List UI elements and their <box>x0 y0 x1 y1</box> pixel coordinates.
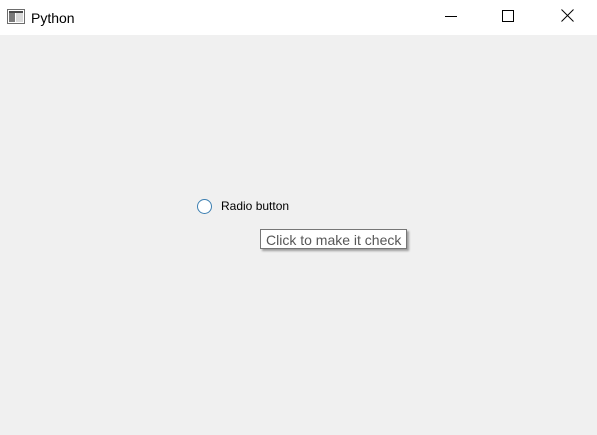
maximize-icon <box>502 9 514 27</box>
window-app-icon[interactable] <box>7 9 25 24</box>
title-bar[interactable]: Python <box>0 0 597 35</box>
close-icon <box>560 8 574 27</box>
close-button[interactable] <box>544 0 590 35</box>
minimize-icon <box>445 9 457 27</box>
maximize-button[interactable] <box>485 0 531 35</box>
radio-circle-icon[interactable] <box>197 198 212 214</box>
tooltip: Click to make it check <box>260 229 408 249</box>
minimize-button[interactable] <box>428 0 474 35</box>
tooltip-text: Click to make it check <box>266 232 402 248</box>
application-window: Python Radio button Click to make it che… <box>0 0 597 435</box>
radio-button-label[interactable]: Radio button <box>221 198 289 214</box>
window-title: Python <box>31 10 75 26</box>
radio-button[interactable]: Radio button <box>197 197 289 215</box>
